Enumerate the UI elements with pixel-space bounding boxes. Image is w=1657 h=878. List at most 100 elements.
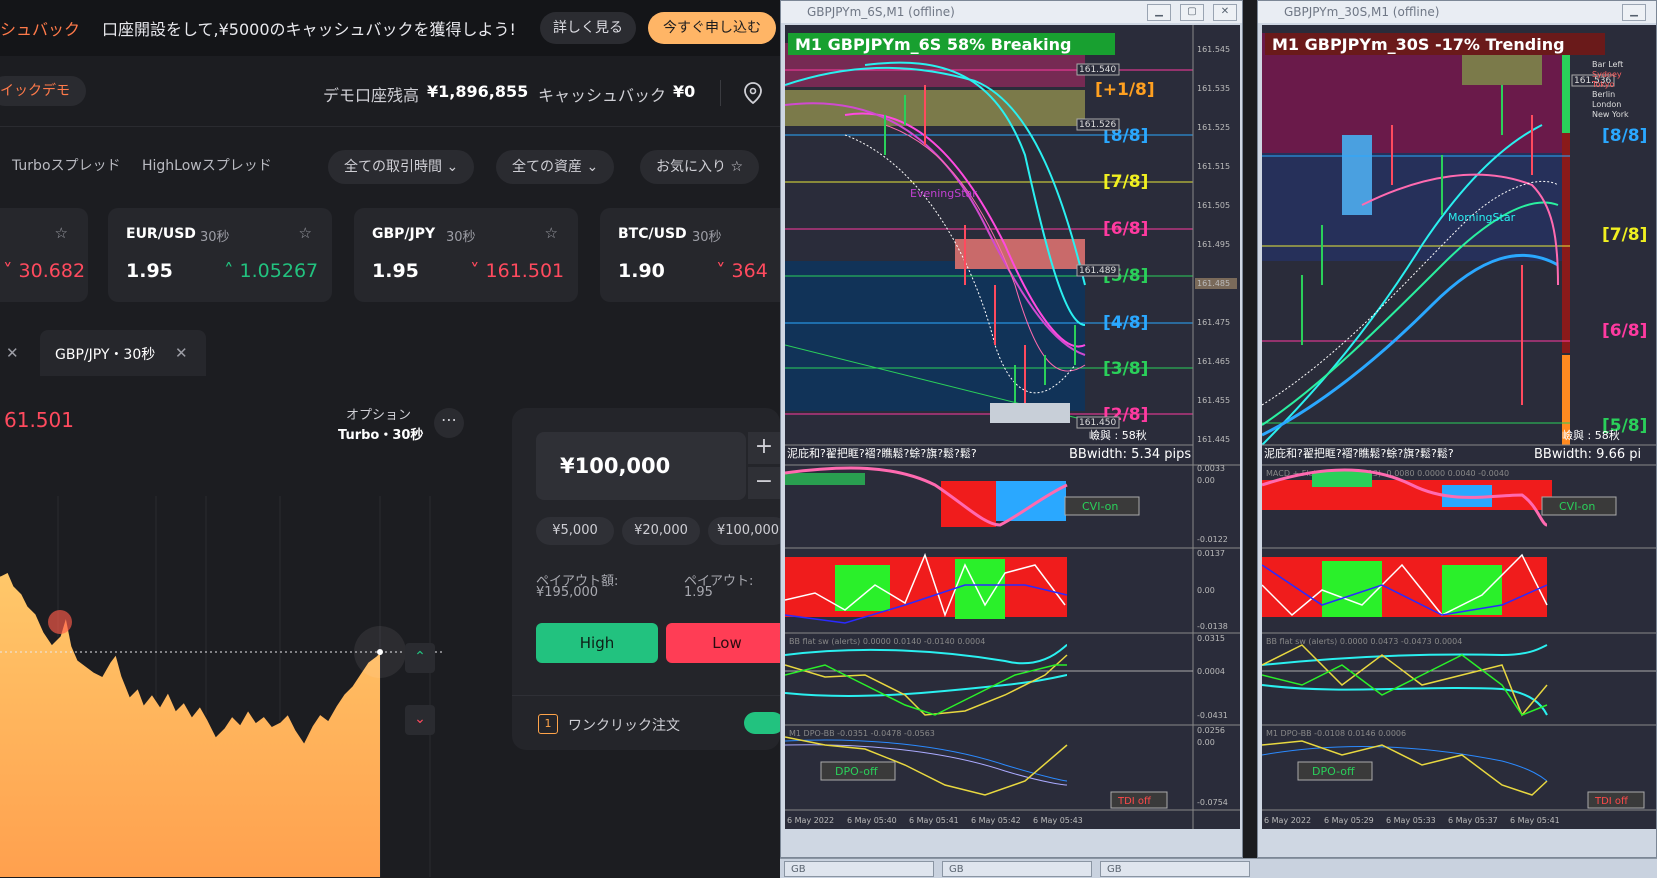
divider — [720, 80, 721, 106]
apply-now-button[interactable]: 今すぐ申し込む — [648, 12, 776, 44]
star-icon[interactable]: ☆ — [55, 224, 68, 242]
indicator-info: 泥庇和?翟把眶?褶?瞧鬆?蜍?旗?鬆?鬆? — [1264, 446, 1454, 460]
favorites-label: お気に入り — [656, 159, 726, 175]
quick-demo-label[interactable]: イックデモ — [0, 76, 86, 106]
turbo-spread-filter[interactable]: Turboスプレッド — [12, 155, 121, 175]
minimized-window[interactable]: GB — [784, 861, 934, 877]
signal-headline: M1 GBPJPYm_30S -17% Trending — [1272, 35, 1565, 54]
price-tick: 161.445 — [1197, 435, 1230, 444]
time-tick: 6 May 05:37 — [1448, 816, 1498, 825]
asset-duration: 30秒 — [446, 230, 476, 245]
high-button[interactable]: High — [536, 623, 658, 663]
price-chart-area — [0, 496, 445, 877]
one-click-label: ワンクリック注文 — [568, 718, 680, 734]
amount-chip[interactable]: ¥20,000 — [622, 517, 700, 545]
signal-headline: M1 GBPJPYm_6S 58% Breaking — [795, 35, 1071, 54]
asset-duration: 30秒 — [692, 230, 722, 245]
cvi-toggle-label[interactable]: CVI-on — [1082, 500, 1118, 513]
details-button[interactable]: 詳しく見る — [540, 12, 636, 44]
tdi-toggle-label[interactable]: TDI off — [1594, 796, 1629, 807]
price-tick: 161.525 — [1197, 123, 1230, 132]
asset-card[interactable]: BTC/USD 30秒 1.90 ˅ 364 — [600, 208, 780, 302]
macd-tick: -0.0122 — [1197, 535, 1228, 544]
favorites-filter[interactable]: お気に入り ☆ — [640, 150, 760, 184]
time-tick: 6 May 2022 — [1264, 816, 1311, 825]
low-button[interactable]: Low — [666, 623, 780, 663]
option-type: Turbo・30秒 — [338, 428, 424, 443]
time-tick: 6 May 2022 — [787, 816, 834, 825]
remaining-time: 嶮與 : 58秋 — [1562, 428, 1620, 442]
asset-pair: EUR/USD — [126, 226, 196, 242]
time-tick: 6 May 05:33 — [1386, 816, 1436, 825]
close-icon[interactable]: ✕ — [6, 344, 19, 362]
mdi-window-tabs: GB GB GB — [780, 858, 1657, 878]
mt4-chart-window-30s: GBPJPYm_30S,M1 (offline) ▁ M1 GBPJPYm_30… — [1257, 0, 1657, 858]
scroll-down-button[interactable]: ⌄ — [405, 705, 435, 735]
cvi-toggle-label[interactable]: CVI-on — [1559, 500, 1595, 513]
one-click-icon: 1 — [538, 714, 558, 734]
minimized-window[interactable]: GB — [942, 861, 1092, 877]
minimized-window[interactable]: GB — [1100, 861, 1250, 877]
osc-tick: 0.0137 — [1197, 549, 1225, 558]
bb-indicator-label: BB flat sw (alerts) 0.0000 0.0473 -0.047… — [1266, 637, 1462, 646]
session-label: Tokyo — [1591, 80, 1615, 89]
star-icon[interactable]: ☆ — [299, 224, 312, 242]
dpo-toggle-label[interactable]: DPO-off — [1312, 765, 1355, 778]
session-label: Berlin — [1592, 90, 1615, 99]
time-tick: 6 May 05:42 — [971, 816, 1021, 825]
window-title: GBPJPYm_30S,M1 (offline) — [1284, 5, 1440, 19]
close-icon[interactable]: ✕ — [1213, 4, 1237, 21]
price-tick: 161.465 — [1197, 357, 1230, 366]
osc-tick: -0.0138 — [1197, 622, 1228, 631]
dpo-indicator-label: M1 DPO-BB -0.0108 0.0146 0.0006 — [1266, 729, 1406, 738]
increase-amount-button[interactable]: + — [748, 432, 780, 464]
window-title: GBPJPYm_6S,M1 (offline) — [807, 5, 955, 19]
asset-duration: 30秒 — [200, 230, 230, 245]
asset-pair: GBP/JPY — [372, 226, 436, 242]
minimize-icon[interactable]: ▁ — [1147, 4, 1171, 21]
asset-price: ˅ 364 — [716, 260, 768, 282]
maximize-icon[interactable]: ▢ — [1180, 4, 1204, 21]
close-icon[interactable]: ✕ — [175, 344, 188, 362]
session-label: Bar Left — [1592, 60, 1623, 69]
window-titlebar: GBPJPYm_6S,M1 (offline) ▁ ▢ ✕ — [781, 1, 1242, 23]
minimize-icon[interactable]: ▁ — [1622, 4, 1646, 21]
asset-card[interactable]: EUR/USD 30秒 ☆ 1.95 ˄ 1.05267 — [108, 208, 332, 302]
dpo-toggle-label[interactable]: DPO-off — [835, 765, 878, 778]
decrease-amount-button[interactable]: − — [748, 467, 780, 499]
asset-price: ˄ 1.05267 — [224, 260, 319, 282]
bb-width: BBwidth: 9.66 pi — [1534, 447, 1641, 462]
highlow-spread-filter[interactable]: HighLowスプレッド — [142, 155, 272, 175]
murrey-level: [8/8] — [1602, 126, 1647, 146]
time-tick: 6 May 05:41 — [909, 816, 959, 825]
dpo-tick: -0.0754 — [1197, 798, 1228, 807]
asset-price: ˅ 161.501 — [470, 260, 565, 282]
chevron-down-icon: ⌄ — [586, 159, 599, 175]
murrey-level: [+1/8] — [1095, 80, 1155, 100]
location-pin-icon[interactable] — [744, 82, 762, 104]
price-chart[interactable] — [0, 376, 510, 877]
tdi-toggle-label[interactable]: TDI off — [1117, 796, 1152, 807]
trading-time-dropdown[interactable]: 全ての取引時間 ⌄ — [328, 150, 475, 184]
promo-banner: シュバック 口座開設をして,¥5000のキャッシュバックを獲得しよう! 詳しく見… — [0, 0, 780, 56]
mt4-chart-canvas[interactable]: M1 GBPJPYm_6S 58% Breaking EveningStar [… — [785, 25, 1240, 855]
more-options-icon[interactable]: ⋯ — [434, 408, 464, 438]
cashback-value: ¥0 — [673, 82, 696, 101]
mt4-chart-canvas[interactable]: M1 GBPJPYm_30S -17% Trending MorningStar… — [1262, 25, 1656, 855]
star-icon[interactable]: ☆ — [545, 224, 558, 242]
asset-card[interactable]: GBP/JPY 30秒 ☆ 1.95 ˅ 161.501 — [354, 208, 578, 302]
bb-width: BBwidth: 5.34 pips — [1069, 447, 1191, 462]
trading-time-label: 全ての取引時間 — [344, 159, 442, 175]
time-tick: 6 May 05:43 — [1033, 816, 1083, 825]
one-click-toggle[interactable] — [744, 712, 780, 734]
bb-tick: -0.0431 — [1197, 711, 1228, 720]
asset-dropdown[interactable]: 全ての資産 ⌄ — [496, 150, 615, 184]
banner-promo-text: 口座開設をして,¥5000のキャッシュバックを獲得しよう! — [102, 20, 516, 39]
asset-card[interactable]: ☆ ˅ 30.682 — [0, 208, 88, 302]
scroll-up-button[interactable]: ⌃ — [405, 643, 435, 673]
amount-chip[interactable]: ¥100,000 — [708, 517, 780, 545]
current-price: 61.501 — [4, 408, 74, 432]
price-tick: 161.475 — [1197, 318, 1230, 327]
amount-chip[interactable]: ¥5,000 — [536, 517, 614, 545]
investment-amount-input[interactable]: ¥100,000 — [536, 432, 746, 500]
